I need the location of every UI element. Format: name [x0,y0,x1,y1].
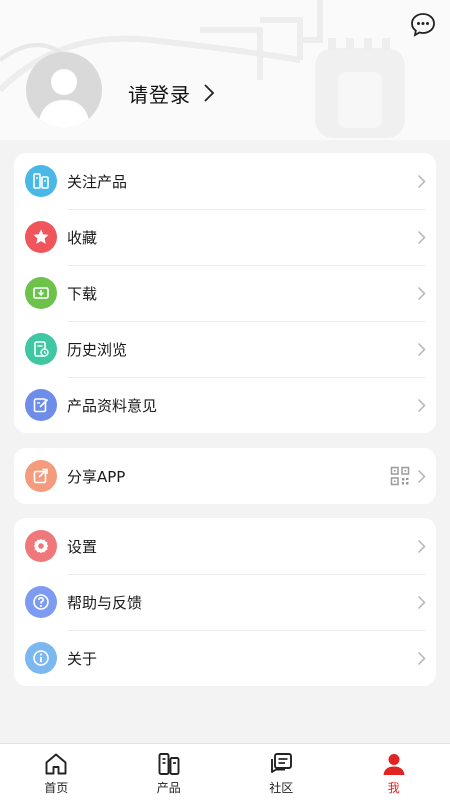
menu-item-history[interactable]: 历史浏览 [14,321,436,377]
profile-header: 请登录 [0,0,450,140]
edit-icon [25,389,57,421]
menu-item-downloads[interactable]: 下载 [14,265,436,321]
menu-item-help-feedback[interactable]: 帮助与反馈 [14,574,436,630]
login-link[interactable]: 请登录 [128,78,215,108]
menu-item-label: 关于 [67,649,98,668]
menu-card-share: 分享APP [14,448,436,504]
login-text: 请登录 [128,82,191,107]
chevron-right-icon [417,342,426,357]
tab-me[interactable]: 我 [338,744,450,800]
default-avatar-icon [38,69,90,128]
info-icon [25,642,57,674]
menu-item-product-feedback[interactable]: 产品资料意见 [14,377,436,433]
menu-item-share-app[interactable]: 分享APP [14,448,436,504]
chevron-right-icon [417,174,426,189]
menu-item-favorites[interactable]: 收藏 [14,209,436,265]
tab-label: 首页 [44,781,69,795]
home-icon [45,753,67,775]
menu-item-label: 历史浏览 [67,340,128,359]
menu-card-settings: 设置 帮助与反馈 关于 [14,518,436,686]
download-icon [25,277,57,309]
profile-icon [383,754,405,775]
menu-item-label: 帮助与反馈 [67,593,143,612]
menu-item-label: 收藏 [67,228,98,247]
menu-card-main: 关注产品 收藏 下载 历史浏览 产品资料意见 [14,153,436,433]
avatar[interactable] [26,52,102,128]
chevron-right-icon [417,651,426,666]
chevron-right-icon [417,595,426,610]
share-icon [25,460,57,492]
message-icon[interactable] [410,12,436,38]
community-icon [271,753,293,773]
chevron-right-icon [204,84,215,102]
tab-label: 产品 [156,781,181,795]
tab-home[interactable]: 首页 [0,744,113,800]
menu-item-label: 产品资料意见 [67,396,158,415]
settings-icon [25,530,57,562]
tab-label: 社区 [269,781,294,795]
chevron-right-icon [417,469,426,484]
menu-item-followed-products[interactable]: 关注产品 [14,153,436,209]
tab-community[interactable]: 社区 [225,744,338,800]
tab-products[interactable]: 产品 [113,744,226,800]
star-icon [25,221,57,253]
menu-item-label: 分享APP [67,467,126,486]
qr-code-icon[interactable] [390,466,410,486]
chevron-right-icon [417,230,426,245]
menu-item-label: 下载 [67,284,98,303]
menu-item-settings[interactable]: 设置 [14,518,436,574]
product-icon [158,753,180,775]
menu-item-label: 设置 [67,537,98,556]
chevron-right-icon [417,286,426,301]
help-icon [25,586,57,618]
menu-item-about[interactable]: 关于 [14,630,436,686]
menu-item-label: 关注产品 [67,172,128,191]
chevron-right-icon [417,539,426,554]
bottom-tab-bar: 首页 产品 社区 我 [0,743,450,800]
history-icon [25,333,57,365]
chevron-right-icon [417,398,426,413]
product-follow-icon [25,165,57,197]
tab-label: 我 [387,781,400,795]
